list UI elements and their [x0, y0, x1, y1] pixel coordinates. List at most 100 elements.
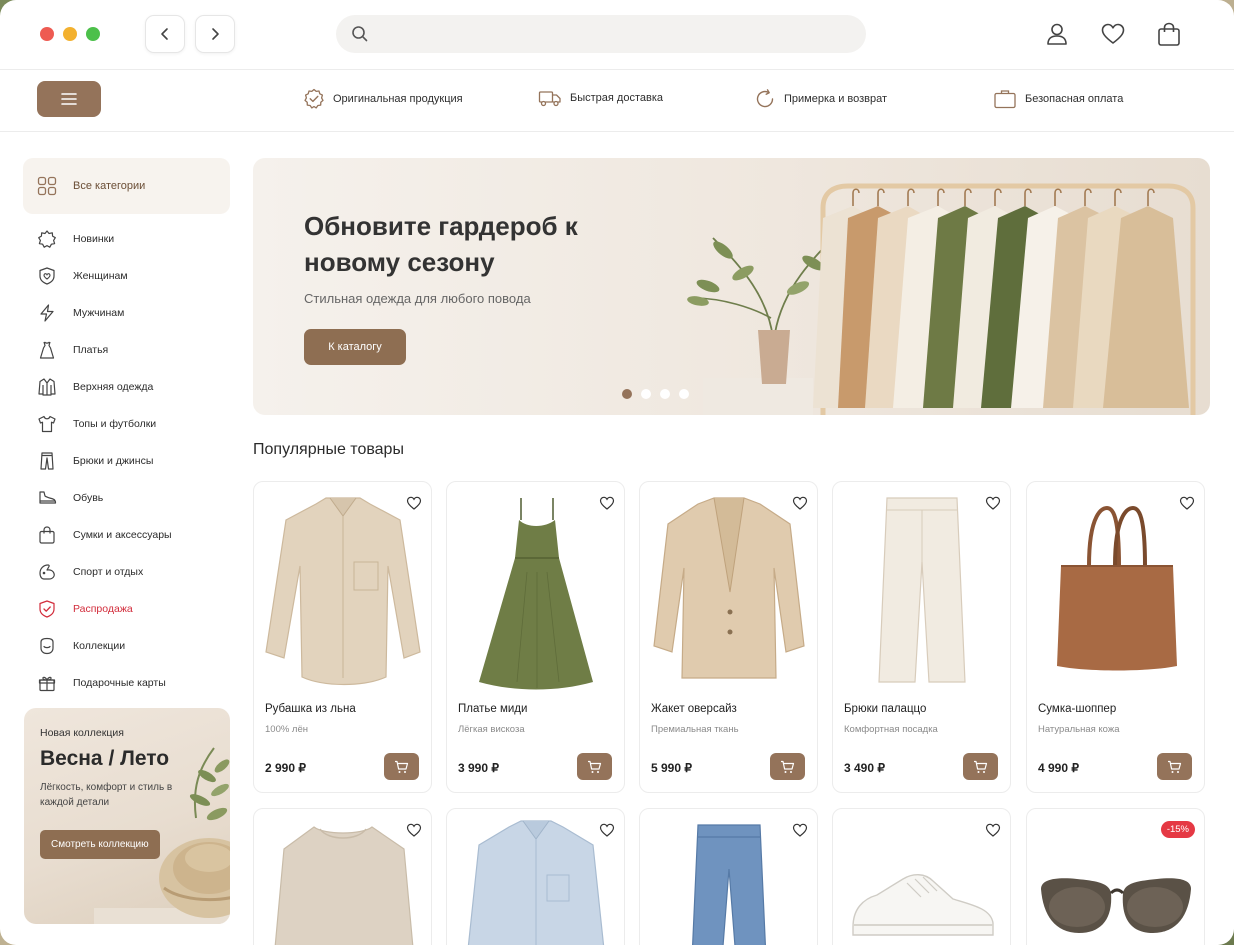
menu-button[interactable] [37, 81, 101, 117]
hero-subtitle: Стильная одежда для любого повода [304, 291, 531, 306]
sidebar-item-bags[interactable]: Сумки и аксессуары [23, 516, 230, 553]
close-window-button[interactable] [40, 27, 54, 41]
chevron-right-icon [212, 28, 219, 40]
favorite-heart-icon[interactable] [985, 495, 1001, 511]
promo-kicker: Новая коллекция [40, 727, 124, 739]
user-icon[interactable] [1044, 21, 1070, 47]
favorite-heart-icon[interactable] [406, 822, 422, 838]
carousel-dots [622, 389, 689, 399]
collection-icon [40, 637, 54, 654]
sidebar-item-label: Мужчинам [73, 306, 125, 319]
search-icon [352, 26, 368, 42]
product-card[interactable] [446, 808, 625, 945]
product-name[interactable]: Платье миди [458, 703, 527, 715]
product-image-blazer [653, 497, 805, 679]
popular-products-title: Популярные товары [253, 441, 404, 458]
add-to-cart-button[interactable] [963, 753, 998, 780]
product-card[interactable] [832, 808, 1011, 945]
product-name[interactable]: Брюки палаццо [844, 703, 926, 715]
back-button[interactable] [145, 15, 185, 53]
discount-badge: -15% [1160, 821, 1195, 838]
catalog-button[interactable]: К каталогу [304, 329, 406, 365]
product-description: Лёгкая вискоза [458, 724, 525, 735]
shopping-bag-icon[interactable] [1156, 21, 1182, 47]
search-input[interactable] [336, 15, 866, 53]
sidebar-item-sale[interactable]: Распродажа [23, 590, 230, 627]
add-to-cart-button[interactable] [384, 753, 419, 780]
sidebar-item-shoes[interactable]: Обувь [23, 479, 230, 516]
forward-button[interactable] [195, 15, 235, 53]
promo-text: Лёгкость, комфорт и стиль в каждой детал… [40, 782, 173, 808]
sidebar-item-label: Женщинам [73, 269, 128, 282]
carousel-dot-2[interactable] [641, 389, 651, 399]
product-price: 2 990 ₽ [265, 761, 306, 775]
product-image-dress [479, 498, 593, 690]
favorite-heart-icon[interactable] [792, 822, 808, 838]
sidebar-item-all-categories[interactable]: Все категории [23, 158, 230, 214]
minimize-window-button[interactable] [63, 27, 77, 41]
hero-banner: Обновите гардероб к новому сезону Стильн… [253, 158, 1210, 415]
product-card[interactable]: -15% [1026, 808, 1205, 945]
product-name[interactable]: Сумка-шоппер [1038, 703, 1116, 715]
product-image-shirt [265, 497, 421, 686]
add-to-cart-button[interactable] [577, 753, 612, 780]
sidebar-item-tops[interactable]: Топы и футболки [23, 405, 230, 442]
favorite-heart-icon[interactable] [406, 495, 422, 511]
browser-window: Оригинальная продукция Быстрая доставка … [0, 0, 1234, 945]
sidebar-item-men[interactable]: Мужчинам [23, 294, 230, 331]
sidebar-item-collections[interactable]: Коллекции [23, 627, 230, 664]
sidebar-item-pants[interactable]: Брюки и джинсы [23, 442, 230, 479]
carousel-dot-4[interactable] [679, 389, 689, 399]
sidebar-item-label: Спорт и отдых [73, 565, 144, 578]
carousel-dot-1[interactable] [622, 389, 632, 399]
sidebar-item-new[interactable]: Новинки [23, 220, 230, 257]
product-card[interactable]: Платье миди Лёгкая вискоза 3 990 ₽ [446, 481, 625, 793]
feature-return: Примерка и возврат [754, 88, 887, 110]
carousel-dot-3[interactable] [660, 389, 670, 399]
favorite-heart-icon[interactable] [599, 822, 615, 838]
bolt-icon [40, 303, 54, 322]
product-description: 100% лён [265, 724, 309, 735]
sidebar-item-gift-cards[interactable]: Подарочные карты [23, 664, 230, 701]
view-collection-button[interactable]: Смотреть коллекцию [40, 830, 160, 859]
favorite-heart-icon[interactable] [985, 822, 1001, 838]
product-name[interactable]: Рубашка из льна [265, 703, 356, 715]
product-card[interactable]: Жакет оверсайз Премиальная ткань 5 990 ₽ [639, 481, 818, 793]
sidebar-item-sport[interactable]: Спорт и отдых [23, 553, 230, 590]
truck-icon [538, 91, 561, 107]
cart-icon [974, 760, 988, 773]
hamburger-icon [61, 93, 77, 105]
sidebar-item-women[interactable]: Женщинам [23, 257, 230, 294]
product-card[interactable]: Брюки палаццо Комфортная посадка 3 490 ₽ [832, 481, 1011, 793]
add-to-cart-button[interactable] [1157, 753, 1192, 780]
product-description: Премиальная ткань [651, 724, 739, 735]
sidebar-item-label: Топы и футболки [73, 417, 157, 430]
feature-original: Оригинальная продукция [303, 88, 463, 110]
burst-icon [38, 229, 56, 248]
sidebar-item-outerwear[interactable]: Верхняя одежда [23, 368, 230, 405]
favorite-heart-icon[interactable] [792, 495, 808, 511]
sidebar-item-label: Распродажа [73, 602, 133, 615]
favorite-heart-icon[interactable] [1179, 495, 1195, 511]
product-card[interactable]: Рубашка из льна 100% лён 2 990 ₽ [253, 481, 432, 793]
hat-plant-illustration [94, 747, 230, 924]
product-price: 3 490 ₽ [844, 761, 885, 775]
sidebar-item-label: Платья [73, 343, 109, 356]
promo-title: Весна / Лето [40, 747, 170, 770]
tshirt-icon [38, 415, 56, 432]
clothes-rack-illustration [687, 183, 1196, 415]
product-card[interactable] [253, 808, 432, 945]
chevron-left-icon [161, 28, 168, 40]
sidebar-item-label: Подарочные карты [73, 676, 166, 689]
sidebar-item-label: Новинки [73, 232, 115, 245]
product-card[interactable] [639, 808, 818, 945]
sidebar-item-label: Сумки и аксессуары [73, 528, 172, 541]
add-to-cart-button[interactable] [770, 753, 805, 780]
product-image-trousers [878, 497, 966, 683]
heart-icon[interactable] [1100, 21, 1126, 47]
favorite-heart-icon[interactable] [599, 495, 615, 511]
product-card[interactable]: Сумка-шоппер Натуральная кожа 4 990 ₽ [1026, 481, 1205, 793]
product-name[interactable]: Жакет оверсайз [651, 703, 737, 715]
sidebar-item-dresses[interactable]: Платья [23, 331, 230, 368]
maximize-window-button[interactable] [86, 27, 100, 41]
